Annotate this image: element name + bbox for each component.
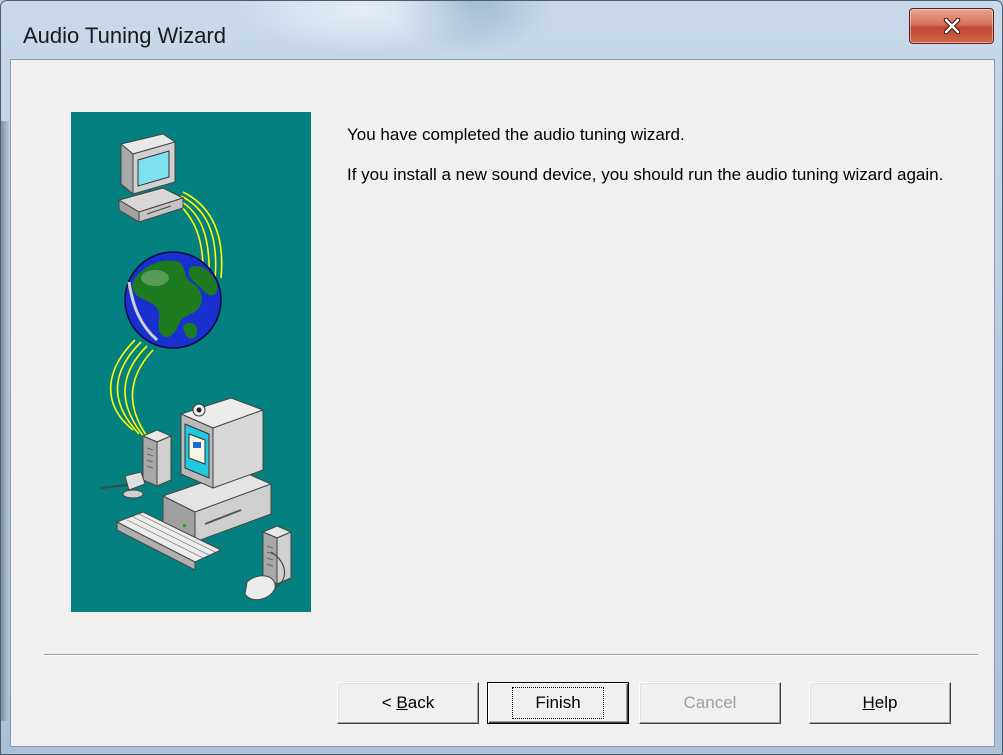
back-button-accelerator: B xyxy=(396,693,408,712)
finish-button-label: Finish xyxy=(512,687,604,719)
dialog-client-area: You have completed the audio tuning wiza… xyxy=(10,59,995,747)
back-button-prefix: < xyxy=(381,693,397,712)
back-button-label: ack xyxy=(407,693,435,712)
cancel-button-label: Cancel xyxy=(683,693,737,712)
help-button[interactable]: Help xyxy=(809,682,951,724)
wizard-illustration xyxy=(71,112,311,612)
wizard-message: You have completed the audio tuning wiza… xyxy=(347,124,947,204)
cancel-button[interactable]: Cancel xyxy=(639,682,781,724)
frame-decoration xyxy=(1,121,9,721)
close-button[interactable] xyxy=(909,8,994,44)
help-button-accelerator: H xyxy=(862,693,875,712)
top-computer xyxy=(117,133,185,223)
button-separator xyxy=(44,654,978,656)
completion-text: You have completed the audio tuning wiza… xyxy=(347,125,685,144)
dialog-window: Audio Tuning Wizard You have completed t… xyxy=(0,0,1003,755)
bottom-computer xyxy=(100,397,293,601)
back-button[interactable]: < Back xyxy=(337,682,479,724)
close-icon xyxy=(943,18,960,34)
network-computers-icon xyxy=(100,133,293,601)
instruction-text: If you install a new sound device, you s… xyxy=(347,165,944,184)
help-button-label: elp xyxy=(874,693,898,712)
window-title: Audio Tuning Wizard xyxy=(23,23,226,48)
globe xyxy=(124,251,222,349)
finish-button[interactable]: Finish xyxy=(487,682,629,724)
